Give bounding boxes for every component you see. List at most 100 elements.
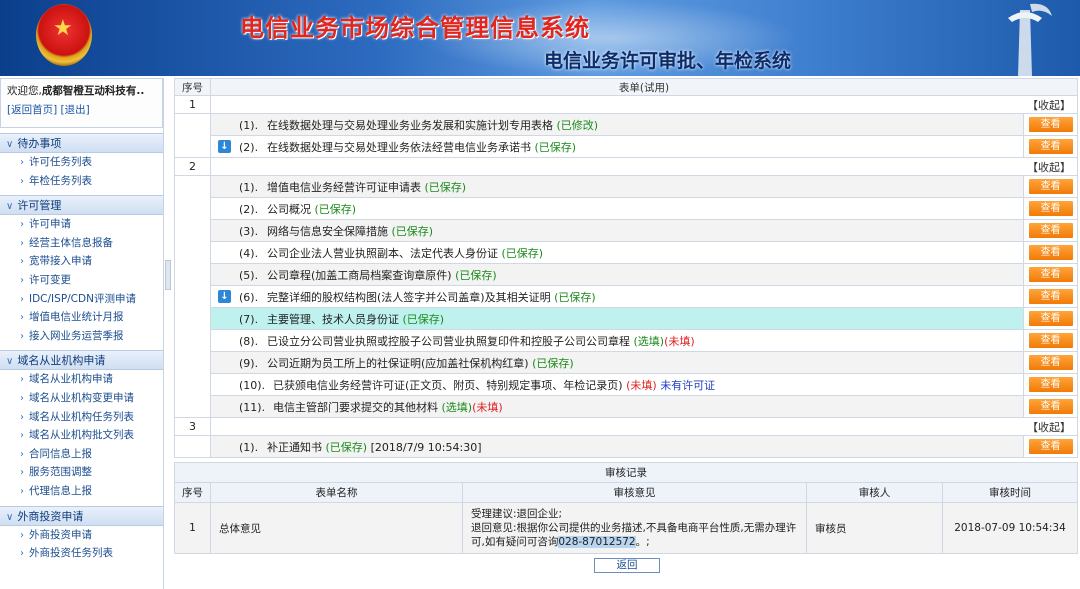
item-title: 公司企业法人营业执照副本、法定代表人身份证 [267,246,498,260]
user-name: 成都智橙互动科技有.. [41,85,145,97]
form-item: ↓ (2). 在线数据处理与交易处理业务依法经营电信业务承诺书 (已保存) [210,135,1024,158]
audit-opinion: 受理建议:退回企业; 退回意见:根据你公司提供的业务描述,不具备电商平台性质,无… [462,502,807,554]
sidebar-item-domain-change[interactable]: › 域名从业机构变更申请 [0,389,163,408]
status-badge: (已保存) [314,202,357,216]
status-badge: (选填) [633,334,665,348]
item-title: 公司章程(加盖工商局档案查询章原件) [267,268,452,282]
sidebar-item-monthly-stats[interactable]: › 增值电信业统计月报 [0,308,163,327]
collapse-link[interactable]: 【收起】 [210,157,1078,176]
sidebar-splitter-handle[interactable] [165,260,171,290]
item-title: 电信主管部门要求提交的其他材料 [273,400,438,414]
form-item: (8). 已设立分公司营业执照或控股子公司营业执照复印件和控股子公司公司章程 (选… [210,329,1024,352]
sidebar-item-quarterly-report[interactable]: › 接入网业务运营季报 [0,327,163,346]
chevron-right-icon: › [20,467,24,479]
sidebar-item-license-tasks[interactable]: › 许可任务列表 [0,153,163,172]
system-title: 电信业务市场综合管理信息系统 [240,14,590,42]
system-subtitle: 电信业务许可审批、年检系统 [544,50,792,72]
audit-header-opinion: 审核意见 [462,482,807,503]
chevron-down-icon: ∨ [6,356,14,368]
collapse-link[interactable]: 【收起】 [210,417,1078,436]
sidebar-item-agent-report[interactable]: › 代理信息上报 [0,482,163,501]
sidebar-item-domain-tasks[interactable]: › 域名从业机构任务列表 [0,408,163,427]
view-button[interactable]: 查看 [1028,289,1073,304]
sidebar-item-domain-apply[interactable]: › 域名从业机构申请 [0,370,163,389]
btn-cell: 查看 [1023,135,1078,158]
item-timestamp: [2018/7/9 10:54:30] [370,440,482,454]
view-button[interactable]: 查看 [1028,439,1073,454]
menu-section-title: 许可管理 [17,199,62,213]
chevron-right-icon: › [20,237,24,249]
menu-section-title: 外商投资申请 [17,509,84,523]
audit-form-name: 总体意见 [210,502,463,554]
sidebar-item-service-scope[interactable]: › 服务范围调整 [0,463,163,482]
view-button[interactable]: 查看 [1028,399,1073,414]
btn-cell: 查看 [1023,241,1078,264]
view-button[interactable]: 查看 [1028,333,1073,348]
download-arrow-icon[interactable]: ↓ [218,140,231,153]
logout-link[interactable]: [退出] [61,104,90,116]
view-button[interactable]: 查看 [1028,201,1073,216]
sidebar-item-label: 接入网业务运营季报 [29,329,124,342]
item-index: (9). [239,356,259,370]
form-item: (1). 在线数据处理与交易处理业务业务发展和实施计划专用表格 (已修改) [210,113,1024,136]
audit-time: 2018-07-09 10:54:34 [942,502,1078,554]
item-index: (4). [239,246,259,260]
sidebar-item-idc-eval[interactable]: › IDC/ISP/CDN评测申请 [0,290,163,309]
view-button[interactable]: 查看 [1028,267,1073,282]
menu-section-license[interactable]: ∨ 许可管理 [0,195,163,216]
view-button[interactable]: 查看 [1028,139,1073,154]
sidebar-item-foreign-tasks[interactable]: › 外商投资任务列表 [0,544,163,563]
sidebar-item-label: 许可申请 [29,218,71,231]
view-button[interactable]: 查看 [1028,223,1073,238]
btn-cell: 查看 [1023,219,1078,242]
table-row: (8). 已设立分公司营业执照或控股子公司营业执照复印件和控股子公司公司章程 (选… [175,329,1078,352]
home-link[interactable]: [返回首页] [7,104,57,116]
audit-header-form-name: 表单名称 [210,482,463,503]
view-button[interactable]: 查看 [1028,311,1073,326]
status-badge: (已保存) [424,180,467,194]
menu-section-todo[interactable]: ∨ 待办事项 [0,133,163,153]
status-badge: (已修改) [556,118,599,132]
audit-row: 1 总体意见 受理建议:退回企业; 退回意见:根据你公司提供的业务描述,不具备电… [174,502,1078,554]
table-row: (9). 公司近期为员工所上的社保证明(应加盖社保机构红章) (已保存) 查看 [175,351,1078,374]
sidebar-item-license-apply[interactable]: › 许可申请 [0,215,163,234]
sidebar-item-annual-tasks[interactable]: › 年检任务列表 [0,172,163,191]
view-button[interactable]: 查看 [1028,355,1073,370]
status-badge: (已保存) [534,140,577,154]
view-button[interactable]: 查看 [1028,245,1073,260]
chevron-right-icon: › [20,548,24,560]
sidebar-item-license-change[interactable]: › 许可变更 [0,271,163,290]
back-button[interactable]: 返回 [594,558,660,573]
form-item: (9). 公司近期为员工所上的社保证明(应加盖社保机构红章) (已保存) [210,351,1024,374]
item-index: (1). [239,180,259,194]
item-index: (8). [239,334,259,348]
form-item: (7). 主要管理、技术人员身份证 (已保存) [210,307,1024,330]
sidebar-item-label: 宽带接入申请 [29,255,92,268]
status-badge: (已保存) [325,440,368,454]
btn-cell: 查看 [1023,263,1078,286]
sidebar-item-domain-approvals[interactable]: › 域名从业机构批文列表 [0,426,163,445]
table-row: (2). 公司概况 (已保存) 查看 [175,197,1078,220]
collapse-link[interactable]: 【收起】 [210,95,1078,114]
blank-cell [174,175,211,418]
menu-section-foreign[interactable]: ∨ 外商投资申请 [0,505,163,526]
menu-section-title: 域名从业机构申请 [17,354,106,368]
chevron-right-icon: › [20,312,24,324]
star-icon: ★ [53,16,73,41]
sidebar-item-entity-report[interactable]: › 经营主体信息报备 [0,234,163,253]
table-row: (5). 公司章程(加盖工商局档案查询章原件) (已保存) 查看 [175,263,1078,286]
sidebar-item-label: 许可任务列表 [29,156,92,168]
view-button[interactable]: 查看 [1028,117,1073,132]
item-title: 公司近期为员工所上的社保证明(应加盖社保机构红章) [267,356,529,370]
view-button[interactable]: 查看 [1028,377,1073,392]
item-index: (5). [239,268,259,282]
sidebar-item-contract-report[interactable]: › 合同信息上报 [0,445,163,464]
form-item: (5). 公司章程(加盖工商局档案查询章原件) (已保存) [210,263,1024,286]
item-title: 公司概况 [267,202,311,216]
sidebar-item-label: 合同信息上报 [29,447,92,460]
menu-section-domain[interactable]: ∨ 域名从业机构申请 [0,350,163,371]
download-arrow-icon[interactable]: ↓ [218,290,231,303]
sidebar-item-broadband[interactable]: › 宽带接入申请 [0,252,163,271]
view-button[interactable]: 查看 [1028,179,1073,194]
sidebar-item-foreign-apply[interactable]: › 外商投资申请 [0,526,163,545]
